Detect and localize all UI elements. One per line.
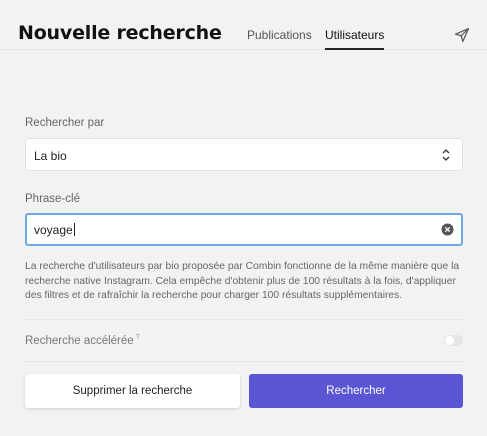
accelerated-search-toggle[interactable] [444, 335, 463, 346]
keyword-value: voyage [34, 223, 75, 237]
send-icon[interactable] [454, 27, 470, 43]
accelerated-search-label: Recherche accélérée? [25, 334, 140, 347]
delete-search-button[interactable]: Supprimer la recherche [25, 374, 240, 408]
search-button[interactable]: Rechercher [249, 374, 463, 408]
toggle-knob [445, 336, 454, 345]
search-by-select[interactable]: La bio [25, 138, 463, 171]
tab-utilisateurs[interactable]: Utilisateurs [325, 28, 385, 50]
search-by-label: Rechercher par [25, 117, 105, 129]
chevron-updown-icon [442, 149, 450, 161]
help-marker[interactable]: ? [136, 334, 140, 341]
tab-publications[interactable]: Publications [247, 28, 312, 42]
keyword-input[interactable]: voyage [25, 213, 463, 246]
clear-icon[interactable] [441, 223, 454, 236]
help-text: La recherche d'utilisateurs par bio prop… [25, 261, 460, 301]
divider [25, 319, 463, 320]
divider [25, 361, 463, 362]
search-by-value: La bio [34, 149, 67, 163]
page-title: Nouvelle recherche [18, 22, 222, 44]
header: Nouvelle recherche Publications Utilisat… [0, 0, 487, 50]
keyword-label: Phrase-clé [25, 193, 80, 205]
